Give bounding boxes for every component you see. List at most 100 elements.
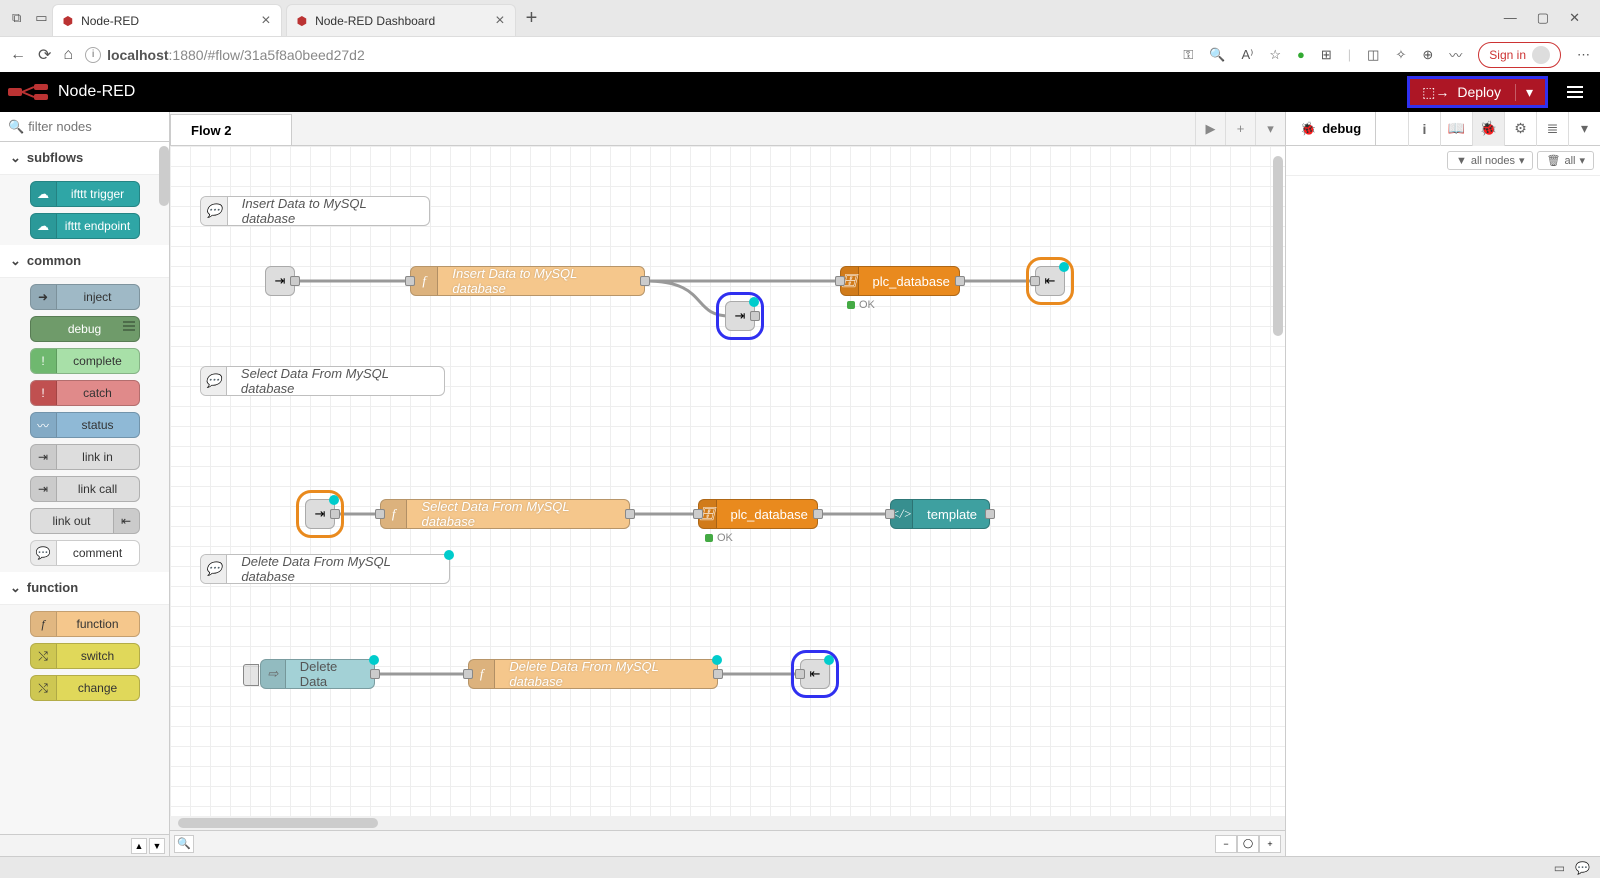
palette-node-link-out[interactable]: link out⇤: [30, 508, 140, 534]
favorite-icon[interactable]: ☆: [1269, 47, 1281, 63]
palette-node-function[interactable]: ffunction: [30, 611, 140, 637]
signin-button[interactable]: Sign in: [1478, 42, 1561, 68]
scrollbar-thumb[interactable]: [159, 146, 169, 206]
link-out-node-highlighted[interactable]: ⇤: [1035, 266, 1065, 296]
palette-node-complete[interactable]: !complete: [30, 348, 140, 374]
tab-title: Node-RED: [81, 14, 139, 28]
palette-node-ifttt-trigger[interactable]: ☁ifttt trigger: [30, 181, 140, 207]
extension-icon[interactable]: ●: [1297, 47, 1305, 62]
palette-node-inject[interactable]: ➜inject: [30, 284, 140, 310]
extensions-icon[interactable]: ⊞: [1321, 47, 1332, 63]
tab-scroll-button[interactable]: ▶: [1195, 112, 1225, 145]
menu-button[interactable]: [1558, 76, 1592, 108]
category-common[interactable]: common: [0, 245, 169, 278]
function-node-delete[interactable]: fDelete Data From MySQL database: [468, 659, 718, 689]
palette-node-debug[interactable]: debug: [30, 316, 140, 342]
template-node[interactable]: </>template: [890, 499, 990, 529]
tab-favicon-icon: ⬢: [63, 14, 73, 28]
inject-node-delete[interactable]: ⇨Delete Data: [260, 659, 375, 689]
debug-clear-button[interactable]: 🗑all▾: [1537, 151, 1594, 170]
flow-canvas[interactable]: 💬Insert Data to MySQL database ⇥ fInsert…: [170, 146, 1285, 816]
palette-filter-input[interactable]: [28, 119, 161, 134]
palette-node-comment[interactable]: 💬comment: [30, 540, 140, 566]
mysql-node-2[interactable]: 🗄plc_databaseOK: [698, 499, 818, 529]
link-in-node[interactable]: ⇥: [265, 266, 295, 296]
workspace-search-button[interactable]: 🔍: [174, 835, 194, 853]
maximize-icon[interactable]: ▢: [1537, 10, 1549, 26]
palette-node-catch[interactable]: !catch: [30, 380, 140, 406]
zoom-icon[interactable]: 🔍: [1209, 47, 1225, 63]
sidebar-debug-button[interactable]: 🐞: [1472, 112, 1504, 146]
status-icon[interactable]: ▭: [1554, 861, 1565, 875]
sidebar-more-button[interactable]: ▾: [1568, 112, 1600, 146]
sidebar-config-button[interactable]: ⚙: [1504, 112, 1536, 146]
canvas-hscroll-thumb[interactable]: [178, 818, 378, 828]
palette-node-status[interactable]: 〰status: [30, 412, 140, 438]
canvas-hscroll[interactable]: [170, 816, 1285, 830]
link-in-node-highlighted[interactable]: ⇥: [725, 301, 755, 331]
link-out-node-delete[interactable]: ⇤: [800, 659, 830, 689]
browser-tab-nodered[interactable]: ⬢ Node-RED ×: [52, 4, 282, 36]
workspace-footer: 🔍 − ◯ +: [170, 830, 1285, 856]
palette-down-button[interactable]: ▼: [149, 838, 165, 854]
new-tab-button[interactable]: +: [526, 7, 538, 30]
palette-node-change[interactable]: ⤭change: [30, 675, 140, 701]
more-icon[interactable]: ⋯: [1577, 47, 1590, 63]
refresh-icon[interactable]: ⟳: [38, 45, 51, 65]
exclaim-icon: !: [31, 381, 57, 405]
minimize-icon[interactable]: —: [1504, 10, 1517, 26]
home-icon[interactable]: ⌂: [63, 46, 73, 64]
canvas-vscroll-thumb[interactable]: [1273, 156, 1283, 336]
zoom-reset-button[interactable]: ◯: [1237, 835, 1259, 853]
category-subflows[interactable]: subflows: [0, 142, 169, 175]
site-info-icon[interactable]: i: [85, 47, 101, 63]
palette-node-switch[interactable]: ⤭switch: [30, 643, 140, 669]
browser-tab-dashboard[interactable]: ⬢ Node-RED Dashboard ×: [286, 4, 516, 36]
close-window-icon[interactable]: ✕: [1569, 10, 1580, 26]
add-flow-button[interactable]: +: [1225, 112, 1255, 145]
split-icon[interactable]: ◫: [1367, 47, 1379, 63]
palette-scroll[interactable]: subflows ☁ifttt trigger ☁ifttt endpoint …: [0, 142, 169, 834]
chevron-down-icon[interactable]: ▾: [1515, 84, 1533, 101]
status-icon[interactable]: 💬: [1575, 861, 1590, 875]
search-icon: 🔍: [8, 119, 24, 135]
palette-filter[interactable]: 🔍: [0, 112, 169, 142]
trash-icon: 🗑: [1546, 154, 1560, 167]
mysql-node-1[interactable]: 🗄plc_databaseOK: [840, 266, 960, 296]
address-bar[interactable]: i localhost:1880/#flow/31a5f8a0beed27d2: [85, 47, 1171, 63]
link-in-node-select[interactable]: ⇥: [305, 499, 335, 529]
comment-node-delete[interactable]: 💬Delete Data From MySQL database: [200, 554, 450, 584]
palette-up-button[interactable]: ▲: [131, 838, 147, 854]
palette-node-ifttt-endpoint[interactable]: ☁ifttt endpoint: [30, 213, 140, 239]
sidebar-tab-debug[interactable]: 🐞 debug: [1286, 112, 1376, 145]
flow-tab[interactable]: Flow 2: [170, 114, 292, 145]
function-icon: f: [31, 612, 57, 636]
function-node-select[interactable]: fSelect Data From MySQL database: [380, 499, 630, 529]
inject-trigger-button[interactable]: [243, 664, 259, 686]
favorites-icon[interactable]: ⊕: [1422, 47, 1433, 63]
close-icon[interactable]: ×: [495, 12, 504, 30]
palette-node-link-call[interactable]: ⇥link call: [30, 476, 140, 502]
collections-icon[interactable]: ✧: [1395, 47, 1406, 63]
window-newtabgroup-icon[interactable]: ▭: [35, 10, 47, 26]
sidebar-info-button[interactable]: i: [1408, 112, 1440, 146]
back-icon[interactable]: ←: [10, 46, 26, 64]
function-node-insert[interactable]: fInsert Data to MySQL database: [410, 266, 645, 296]
flow-menu-button[interactable]: ▾: [1255, 112, 1285, 145]
deploy-button[interactable]: ⬚→ Deploy ▾: [1407, 76, 1548, 108]
zoom-out-button[interactable]: −: [1215, 835, 1237, 853]
readaloud-icon[interactable]: A⁾: [1241, 47, 1253, 63]
debug-filter-nodes[interactable]: ▼all nodes▾: [1447, 151, 1533, 170]
tab-favicon-icon: ⬢: [297, 14, 307, 28]
comment-node-insert[interactable]: 💬Insert Data to MySQL database: [200, 196, 430, 226]
close-icon[interactable]: ×: [261, 12, 270, 30]
comment-node-select[interactable]: 💬Select Data From MySQL database: [200, 366, 445, 396]
palette-node-link-in[interactable]: ⇥link in: [30, 444, 140, 470]
key-icon[interactable]: ⚿: [1183, 47, 1193, 63]
sidebar-context-button[interactable]: ≣: [1536, 112, 1568, 146]
zoom-in-button[interactable]: +: [1259, 835, 1281, 853]
sidebar-help-button[interactable]: 📖: [1440, 112, 1472, 146]
perf-icon[interactable]: 〰: [1449, 45, 1462, 64]
category-function[interactable]: function: [0, 572, 169, 605]
window-tabs-icon[interactable]: ⧉: [12, 10, 21, 26]
